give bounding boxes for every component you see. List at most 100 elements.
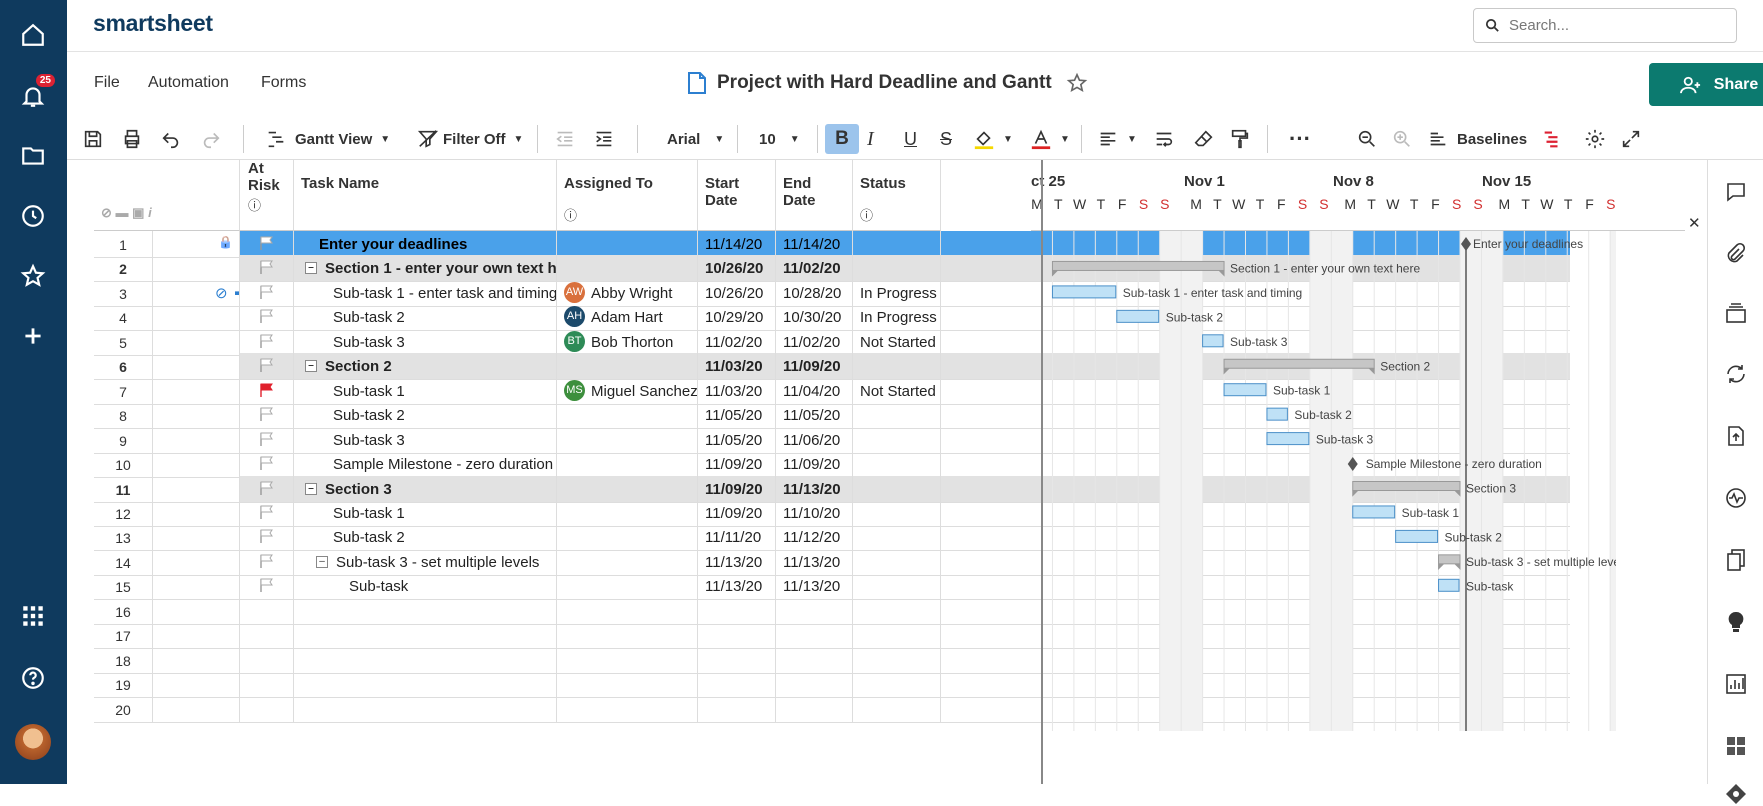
task-name-cell[interactable]: – Sub-task 3 - set multiple levels bbox=[294, 548, 557, 576]
task-bar[interactable] bbox=[1116, 309, 1160, 323]
task-name-cell[interactable]: Sample Milestone - zero duration bbox=[294, 451, 557, 479]
attachment-icon[interactable]: ⊘ bbox=[215, 284, 228, 302]
task-name-cell[interactable] bbox=[294, 695, 557, 723]
at-risk-cell[interactable] bbox=[240, 402, 294, 430]
publish-icon[interactable] bbox=[1724, 424, 1748, 448]
end-date-cell[interactable]: 11/02/20 bbox=[776, 255, 853, 283]
start-date-cell[interactable] bbox=[698, 597, 776, 625]
at-risk-cell[interactable] bbox=[240, 279, 294, 307]
notifications-icon[interactable]: 25 bbox=[17, 74, 55, 112]
start-date-cell[interactable] bbox=[698, 695, 776, 723]
view-selector[interactable]: Gantt View ▼ bbox=[265, 124, 390, 154]
task-bar[interactable] bbox=[1352, 505, 1396, 519]
task-bar[interactable] bbox=[1223, 383, 1267, 397]
at-risk-cell[interactable] bbox=[240, 597, 294, 625]
column-header-at-risk[interactable]: At Risk ⓘ bbox=[240, 160, 294, 231]
task-name-cell[interactable]: Sub-task 3 bbox=[294, 328, 557, 356]
start-date-cell[interactable]: 11/14/20 bbox=[698, 231, 776, 258]
end-date-cell[interactable]: 11/09/20 bbox=[776, 353, 853, 381]
task-name-cell[interactable] bbox=[294, 671, 557, 699]
task-name-cell[interactable] bbox=[294, 597, 557, 625]
start-date-cell[interactable]: 11/13/20 bbox=[698, 548, 776, 576]
flag-icon[interactable] bbox=[260, 456, 273, 474]
assigned-cell[interactable] bbox=[557, 451, 698, 479]
at-risk-cell[interactable] bbox=[240, 499, 294, 527]
assigned-cell[interactable] bbox=[557, 548, 698, 576]
flag-icon[interactable] bbox=[260, 432, 273, 450]
menu-automation[interactable]: Automation bbox=[148, 74, 229, 92]
status-cell[interactable] bbox=[853, 524, 941, 552]
assigned-cell[interactable]: MS Miguel Sanchez bbox=[557, 377, 698, 405]
task-name-cell[interactable] bbox=[294, 622, 557, 650]
assigned-cell[interactable] bbox=[557, 353, 698, 381]
task-name-cell[interactable]: Sub-task 1 bbox=[294, 499, 557, 527]
share-button[interactable]: Share bbox=[1649, 63, 1763, 106]
status-cell[interactable] bbox=[853, 671, 941, 699]
status-cell[interactable] bbox=[853, 426, 941, 454]
status-cell[interactable] bbox=[853, 622, 941, 650]
undo-icon[interactable] bbox=[160, 124, 182, 154]
zoom-out-icon[interactable] bbox=[1356, 124, 1378, 154]
baselines-button[interactable]: Baselines bbox=[1427, 124, 1527, 154]
status-cell[interactable] bbox=[853, 255, 941, 283]
end-date-cell[interactable]: 10/28/20 bbox=[776, 279, 853, 307]
status-cell[interactable]: In Progress bbox=[853, 279, 941, 307]
at-risk-cell[interactable] bbox=[240, 475, 294, 503]
start-date-cell[interactable]: 11/05/20 bbox=[698, 402, 776, 430]
flag-icon[interactable] bbox=[260, 334, 273, 352]
red-flag-icon[interactable] bbox=[260, 383, 273, 401]
bold-button[interactable]: B bbox=[825, 124, 859, 154]
at-risk-cell[interactable] bbox=[240, 524, 294, 552]
settings-gear-icon[interactable] bbox=[1584, 124, 1606, 154]
search-input[interactable]: Search... bbox=[1473, 8, 1737, 43]
task-name-cell[interactable]: Sub-task 1 - enter task and timing bbox=[294, 279, 557, 307]
at-risk-cell[interactable] bbox=[240, 671, 294, 699]
summary-bar[interactable] bbox=[1352, 481, 1461, 491]
summary-bar[interactable] bbox=[1223, 358, 1375, 369]
assigned-cell[interactable] bbox=[557, 231, 698, 258]
lock-icon[interactable]: 🔒 bbox=[218, 235, 233, 249]
assigned-cell[interactable] bbox=[557, 597, 698, 625]
end-date-cell[interactable]: 11/02/20 bbox=[776, 328, 853, 356]
assigned-cell[interactable]: AW Abby Wright bbox=[557, 279, 698, 307]
flag-icon[interactable] bbox=[260, 407, 273, 425]
assigned-cell[interactable] bbox=[557, 695, 698, 723]
status-cell[interactable] bbox=[853, 475, 941, 503]
help-icon[interactable] bbox=[17, 662, 49, 694]
font-family-select[interactable]: Arial ▼ bbox=[667, 124, 724, 154]
status-cell[interactable] bbox=[853, 695, 941, 723]
end-date-cell[interactable]: 11/06/20 bbox=[776, 426, 853, 454]
assigned-cell[interactable] bbox=[557, 499, 698, 527]
at-risk-cell[interactable] bbox=[240, 353, 294, 381]
start-date-cell[interactable]: 11/09/20 bbox=[698, 499, 776, 527]
sheet-summary-icon[interactable] bbox=[1724, 548, 1748, 572]
start-date-cell[interactable] bbox=[698, 646, 776, 674]
end-date-cell[interactable] bbox=[776, 597, 853, 625]
reports-chart-icon[interactable] bbox=[1724, 672, 1748, 696]
assigned-cell[interactable] bbox=[557, 426, 698, 454]
collapse-toggle-icon[interactable]: – bbox=[316, 555, 328, 568]
strikethrough-button[interactable]: S bbox=[940, 124, 952, 154]
end-date-cell[interactable]: 11/14/20 bbox=[776, 231, 853, 258]
user-avatar[interactable] bbox=[15, 724, 51, 760]
menu-forms[interactable]: Forms bbox=[261, 74, 306, 92]
end-date-cell[interactable]: 11/13/20 bbox=[776, 573, 853, 601]
status-cell[interactable]: Not Started bbox=[853, 377, 941, 405]
menu-file[interactable]: File bbox=[94, 74, 120, 92]
column-header-assigned[interactable]: Assigned To ⓘ bbox=[557, 160, 698, 231]
save-icon[interactable] bbox=[82, 124, 104, 154]
start-date-cell[interactable]: 11/05/20 bbox=[698, 426, 776, 454]
status-cell[interactable] bbox=[853, 548, 941, 576]
at-risk-cell[interactable] bbox=[240, 377, 294, 405]
italic-button[interactable]: I bbox=[867, 124, 874, 154]
at-risk-cell[interactable] bbox=[240, 328, 294, 356]
underline-button[interactable]: U bbox=[904, 124, 917, 154]
fill-color-button[interactable]: ▼ bbox=[973, 124, 1013, 154]
insights-lightbulb-icon[interactable] bbox=[1724, 610, 1748, 634]
at-risk-cell[interactable] bbox=[240, 646, 294, 674]
jira-diamond-icon[interactable] bbox=[1724, 782, 1748, 806]
task-bar[interactable] bbox=[1266, 432, 1310, 446]
summary-bar[interactable] bbox=[1438, 554, 1461, 565]
flag-icon[interactable] bbox=[260, 309, 273, 327]
task-name-cell[interactable]: – Section 3 bbox=[294, 475, 557, 503]
